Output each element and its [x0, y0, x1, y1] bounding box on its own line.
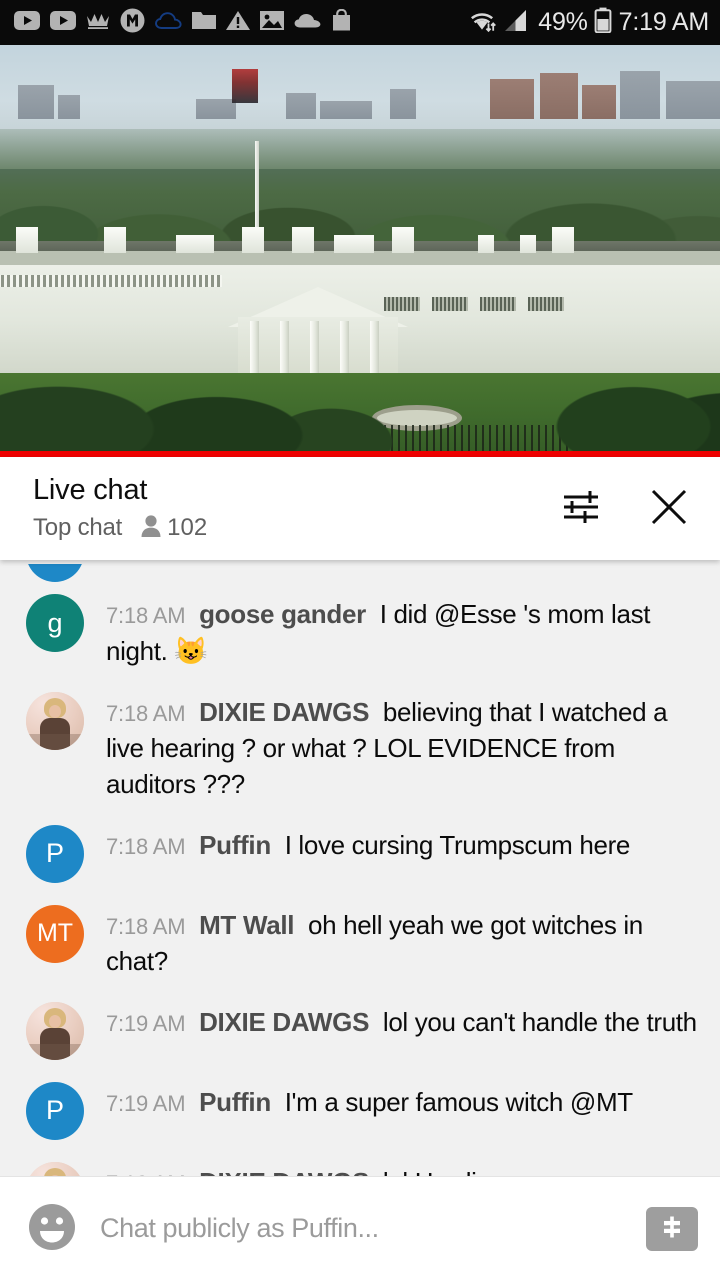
avatar[interactable]: g [26, 594, 84, 652]
warning-triangle-icon [226, 10, 250, 36]
live-chat-header: Live chat Top chat 102 [0, 457, 720, 560]
avatar[interactable]: MT [26, 904, 84, 963]
dollar-superchat-icon [657, 1212, 687, 1245]
chat-message[interactable]: 7:19 AM DIXIE DAWGS lol you can't handle… [0, 990, 720, 1070]
chat-message-author[interactable]: DIXIE DAWGS [199, 697, 369, 727]
chat-message-time: 7:19 AM [106, 1010, 186, 1036]
page-title: Live chat [33, 474, 148, 507]
cloud-outline-icon [155, 11, 182, 35]
chat-message-author[interactable]: DIXIE DAWGS [199, 1007, 369, 1037]
battery-icon [594, 7, 612, 38]
viewer-count-group: 102 [140, 514, 207, 543]
chat-input[interactable] [100, 1213, 624, 1244]
chat-message-emoji: 😺 [174, 635, 208, 666]
status-bar-notification-icons [14, 8, 467, 38]
close-chat-button[interactable] [646, 486, 692, 532]
cloud-filled-icon [294, 12, 321, 33]
chat-message-text: lol Howling [383, 1167, 505, 1177]
chat-message-time: 7:18 AM [106, 603, 186, 628]
tune-settings-icon [560, 486, 602, 531]
wifi-icon [467, 8, 498, 38]
chat-message[interactable]: 7:18 AM DIXIE DAWGS believing that I wat… [0, 680, 720, 813]
chat-message-author[interactable]: Puffin [199, 1087, 271, 1117]
chat-message-body: 7:18 AM goose gander I did @Esse 's mom … [84, 592, 698, 670]
status-bar-system-icons: 49% 7:19 AM [467, 7, 709, 38]
viewer-count: 102 [167, 514, 208, 542]
chat-message-author[interactable]: Puffin [199, 830, 271, 860]
chat-header-subtitle: Top chat 102 [33, 514, 558, 543]
avatar[interactable] [26, 1161, 84, 1176]
shopping-bag-icon [331, 8, 352, 36]
chat-message[interactable]: MT 7:18 AM MT Wall oh hell yeah we got wi… [0, 893, 720, 990]
video-flag [232, 69, 258, 103]
chat-message[interactable]: g 7:18 AM goose gander I did @Esse 's mom… [0, 582, 720, 680]
avatar[interactable]: P [26, 824, 84, 883]
video-city-skyline [0, 61, 720, 119]
video-white-house [0, 223, 720, 373]
chat-message-time: 7:18 AM [106, 913, 186, 939]
chat-message[interactable]: P 7:19 AM Puffin I'm a super famous witch… [0, 1070, 720, 1150]
emoji-picker-button[interactable] [26, 1203, 78, 1255]
chat-message-time: 7:18 AM [106, 701, 186, 727]
chat-message-text: lol you can't handle the truth [382, 1006, 697, 1037]
chat-message-time: 7:18 AM [106, 833, 186, 859]
superchat-button[interactable] [646, 1206, 698, 1251]
chat-message-text: believing that I watched a live hearing … [106, 697, 668, 799]
m-app-icon [120, 8, 145, 38]
chat-message-body: 7:19 AM DIXIE DAWGS lol you can't handle… [84, 1000, 698, 1041]
chat-message-body: 7:18 AM MT Wall oh hell yeah we got witc… [84, 903, 698, 980]
live-video-player[interactable] [0, 45, 720, 457]
image-icon [260, 10, 284, 36]
close-icon [647, 485, 691, 532]
youtube-live-chat-screen: 49% 7:19 AM Live chat Top chat 102 g 7:1… [0, 0, 720, 1280]
youtube-icon [50, 10, 76, 35]
chat-message-text: I love cursing Trumpscum here [284, 829, 631, 860]
chat-message-body: 7:19 AM Puffin I'm a super famous witch … [84, 1080, 698, 1121]
chat-message[interactable]: P 7:18 AM Puffin I love cursing Trumpscum… [0, 813, 720, 893]
chat-message-body: 7:18 AM Puffin I love cursing Trumpscum … [84, 823, 698, 864]
chat-message-time: 7:19 AM [106, 1090, 186, 1116]
crown-icon [86, 11, 110, 35]
avatar[interactable] [26, 1001, 84, 1060]
status-bar: 49% 7:19 AM [0, 0, 720, 45]
chat-message-author[interactable]: goose gander [199, 599, 366, 629]
chat-message-list[interactable]: g 7:18 AM goose gander I did @Esse 's mom… [0, 560, 720, 1176]
chat-message-clipped[interactable] [0, 564, 720, 582]
chat-header-titles: Live chat Top chat 102 [33, 474, 558, 542]
chat-message-text: I'm a super famous witch @MT [284, 1086, 633, 1117]
avatar[interactable]: P [26, 1081, 84, 1140]
chat-message-text: oh hell yeah we got witches in chat? [106, 909, 643, 976]
chat-message[interactable]: 7:19 AM DIXIE DAWGS lol Howling [0, 1150, 720, 1177]
status-bar-clock: 7:19 AM [618, 8, 710, 36]
person-icon [140, 514, 162, 543]
battery-percent: 49% [538, 8, 588, 36]
chat-message-time: 7:19 AM [106, 1171, 186, 1177]
avatar[interactable] [26, 692, 84, 751]
avatar[interactable] [26, 564, 84, 582]
chat-message-author[interactable]: MT Wall [199, 910, 294, 940]
chat-mode-label[interactable]: Top chat [33, 514, 122, 542]
chat-message-author[interactable]: DIXIE DAWGS [199, 1167, 369, 1177]
chat-input-bar [0, 1176, 720, 1280]
chat-header-actions [558, 486, 698, 532]
folder-icon [192, 10, 216, 35]
cellular-signal-icon [502, 8, 529, 38]
chat-message-body: 7:19 AM DIXIE DAWGS lol Howling [84, 1160, 698, 1177]
chat-message-body: 7:18 AM DIXIE DAWGS believing that I wat… [84, 690, 698, 803]
youtube-icon [14, 10, 40, 35]
emoji-smiley-icon [27, 1202, 77, 1255]
chat-settings-button[interactable] [558, 486, 604, 532]
